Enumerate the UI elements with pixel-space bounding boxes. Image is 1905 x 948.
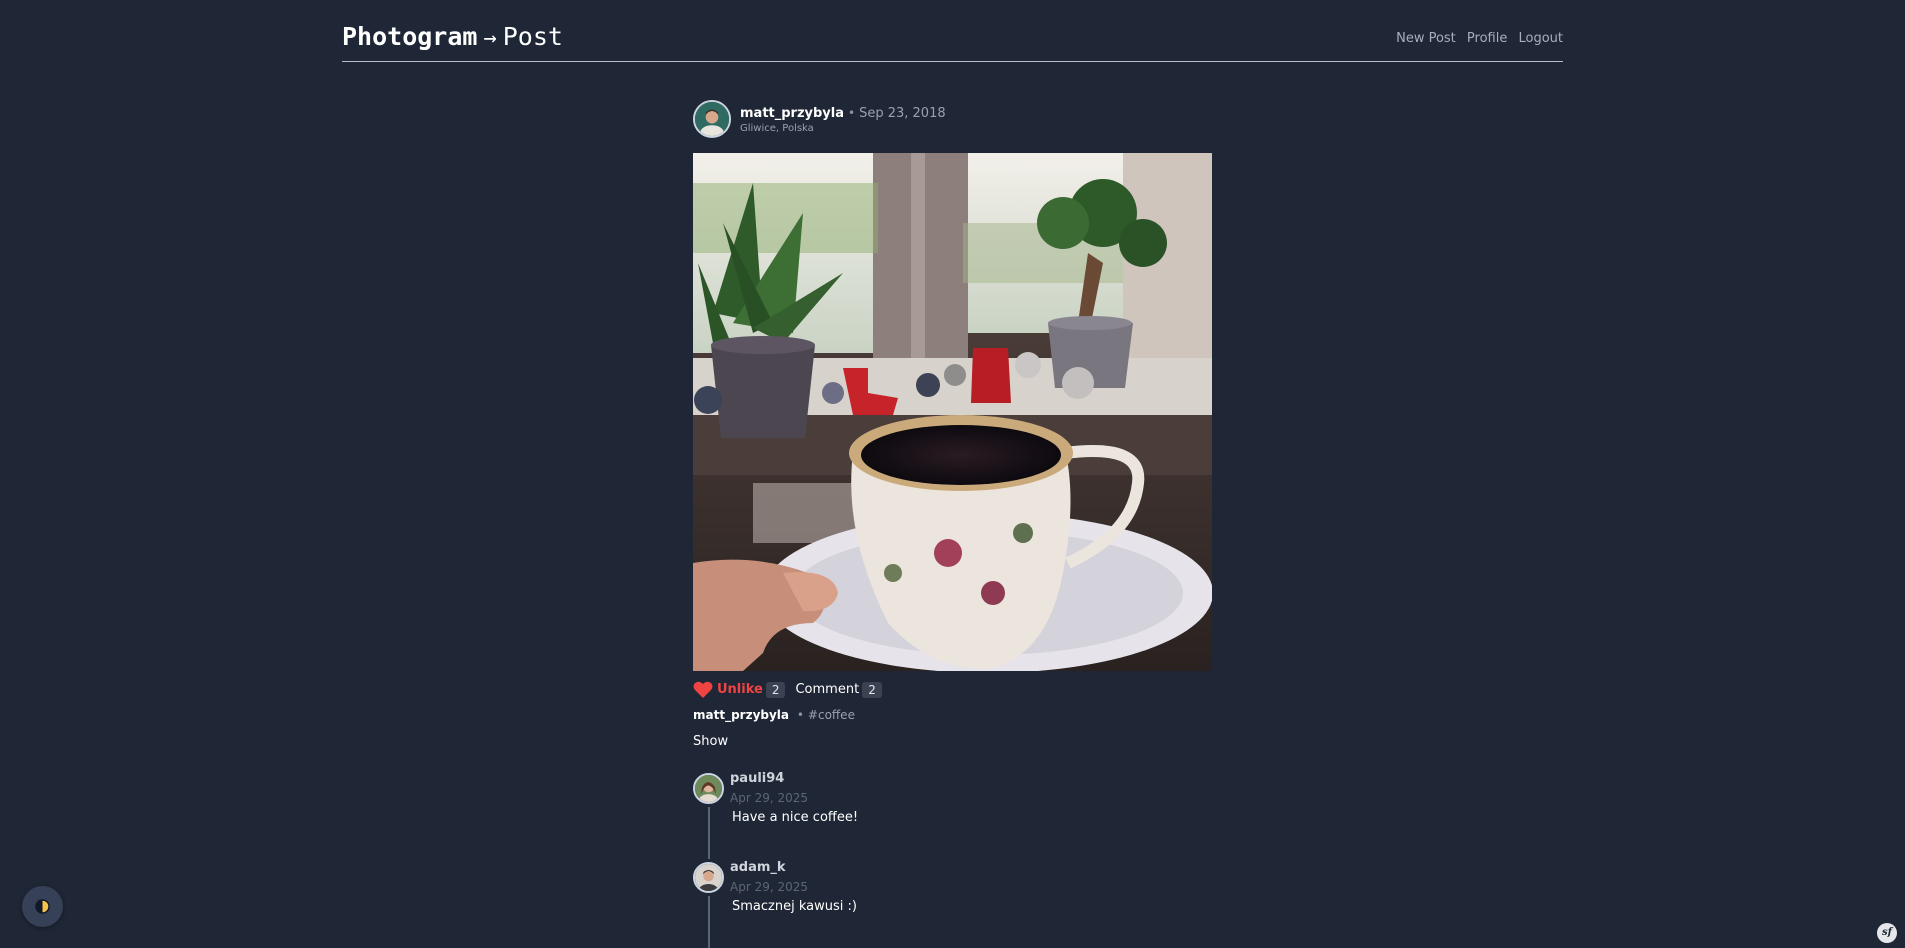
- unlike-button[interactable]: Unlike: [717, 682, 763, 697]
- post-caption: matt_przybyla • #coffee: [693, 708, 855, 722]
- caption-separator: •: [796, 708, 804, 722]
- post-photo[interactable]: [693, 153, 1212, 671]
- comment-date: Apr 29, 2025: [730, 791, 809, 805]
- like-count-badge: 2: [765, 681, 786, 698]
- heart-icon[interactable]: [693, 681, 713, 699]
- nav-profile[interactable]: Profile: [1467, 31, 1507, 46]
- theme-toggle-icon: [35, 899, 50, 914]
- author-avatar[interactable]: [693, 100, 731, 138]
- post-actions: Unlike 2 Comment 2: [693, 679, 882, 699]
- arrow-icon: →: [483, 26, 497, 51]
- comment-username[interactable]: adam_k: [730, 860, 786, 875]
- comment-text: Have a nice coffee!: [732, 810, 859, 825]
- brand-name: Photogram: [342, 22, 478, 51]
- top-nav: New Post Profile Logout: [1389, 31, 1563, 46]
- hashtag-link[interactable]: #coffee: [808, 708, 855, 722]
- post-date: Sep 23, 2018: [859, 106, 946, 121]
- theme-toggle-button[interactable]: [22, 886, 63, 927]
- separator-dot: •: [848, 106, 856, 120]
- comment-button[interactable]: Comment: [795, 682, 859, 697]
- comment-thread-line: [708, 896, 710, 948]
- comment-text: Smacznej kawusi :): [732, 899, 857, 914]
- comment-avatar[interactable]: [693, 862, 724, 893]
- author-meta: matt_przybyla • Sep 23, 2018 Gliwice, Pols…: [740, 102, 946, 134]
- comment-username[interactable]: pauli94: [730, 771, 784, 786]
- section-title: Post: [502, 22, 563, 51]
- nav-new-post[interactable]: New Post: [1396, 31, 1456, 46]
- comment-date: Apr 29, 2025: [730, 880, 809, 894]
- comment-avatar[interactable]: [693, 773, 724, 804]
- post-card: matt_przybyla • Sep 23, 2018 Gliwice, Pols…: [693, 99, 1213, 948]
- brand-title[interactable]: Photogram → Post: [342, 22, 563, 51]
- post-author-row: matt_przybyla • Sep 23, 2018 Gliwice, Pols…: [693, 99, 1213, 139]
- nav-logout[interactable]: Logout: [1518, 31, 1563, 46]
- comment-thread-line: [708, 807, 710, 859]
- author-name[interactable]: matt_przybyla: [740, 106, 844, 121]
- symfony-toolbar-badge[interactable]: sf: [1877, 923, 1897, 943]
- show-comments-button[interactable]: Show: [693, 734, 728, 749]
- caption-username[interactable]: matt_przybyla: [693, 708, 789, 722]
- site-header: Photogram → Post New Post Profile Logout: [342, 0, 1563, 62]
- comment-count-badge: 2: [862, 681, 882, 698]
- post-location: Gliwice, Polska: [740, 123, 814, 134]
